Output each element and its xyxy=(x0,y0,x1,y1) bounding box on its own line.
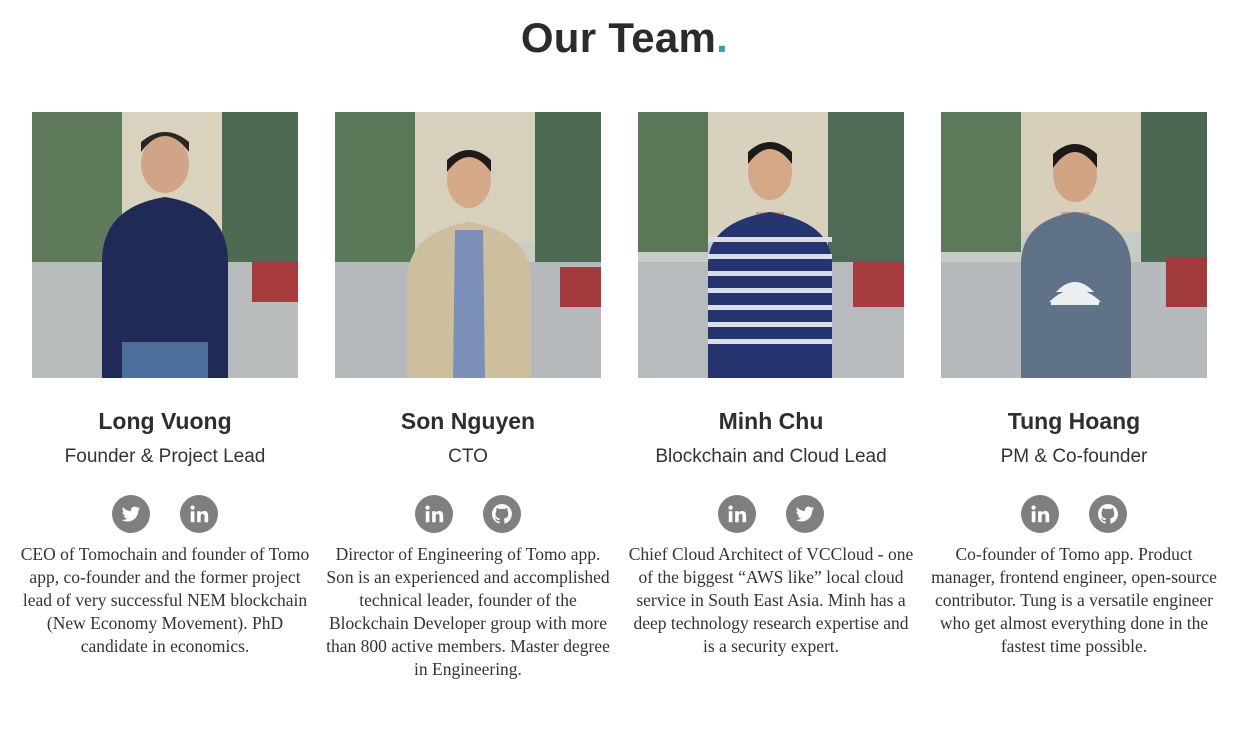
social-links xyxy=(335,495,601,533)
team-member-card: Minh Chu Blockchain and Cloud Lead Chief… xyxy=(629,112,913,658)
linkedin-icon[interactable] xyxy=(1021,495,1059,533)
member-bio: CEO of Tomochain and founder of Tomo app… xyxy=(20,544,310,656)
social-links xyxy=(638,495,904,533)
team-member-card: Tung Hoang PM & Co-founder Co-founder of… xyxy=(931,112,1217,658)
member-bio: Chief Cloud Architect of VCCloud - one o… xyxy=(628,544,914,656)
member-role: PM & Co-founder xyxy=(1000,446,1148,467)
member-name: Son Nguyen xyxy=(400,408,536,434)
member-photo xyxy=(638,112,904,378)
social-links xyxy=(32,495,298,533)
member-photo xyxy=(335,112,601,378)
linkedin-icon[interactable] xyxy=(718,495,756,533)
social-links xyxy=(941,495,1207,533)
github-icon[interactable] xyxy=(1089,495,1127,533)
page-title: Our Team. xyxy=(0,14,1249,62)
member-bio: Director of Engineering of Tomo app. Son… xyxy=(326,544,610,679)
team-member-card: Son Nguyen CTO Director of Engineering o… xyxy=(326,112,610,681)
member-role: Blockchain and Cloud Lead xyxy=(655,446,887,467)
member-name: Minh Chu xyxy=(718,408,824,434)
twitter-icon[interactable] xyxy=(112,495,150,533)
member-name: Long Vuong xyxy=(98,408,232,434)
member-photo xyxy=(32,112,298,378)
github-icon[interactable] xyxy=(483,495,521,533)
team-member-card: Long Vuong Founder & Project Lead CEO of… xyxy=(21,112,309,658)
member-photo xyxy=(941,112,1207,378)
twitter-icon[interactable] xyxy=(786,495,824,533)
title-accent-dot: . xyxy=(716,14,729,61)
member-role: CTO xyxy=(448,446,488,467)
member-name: Tung Hoang xyxy=(1007,408,1141,434)
page-title-text: Our Team xyxy=(520,14,717,61)
member-bio: Co-founder of Tomo app. Product manager,… xyxy=(931,544,1217,656)
linkedin-icon[interactable] xyxy=(415,495,453,533)
member-role: Founder & Project Lead xyxy=(64,446,266,467)
linkedin-icon[interactable] xyxy=(180,495,218,533)
